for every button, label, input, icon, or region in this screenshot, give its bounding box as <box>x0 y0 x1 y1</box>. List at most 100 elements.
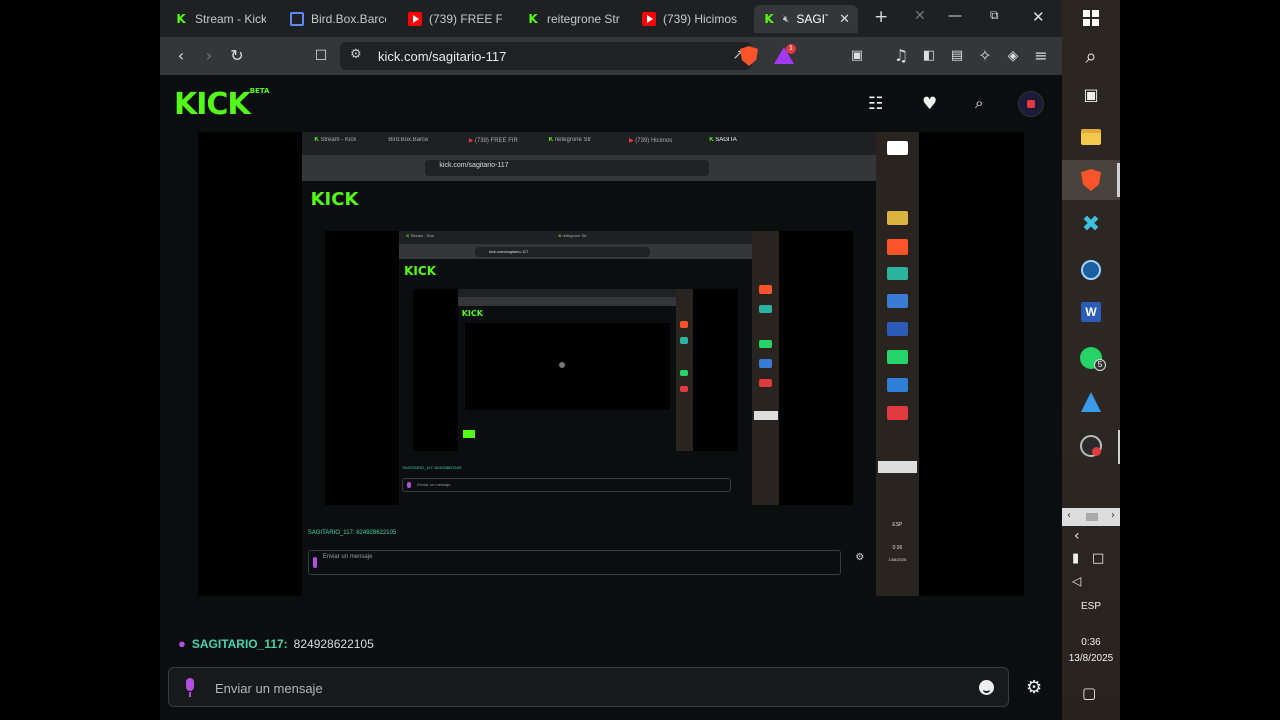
nested-explorer-icon <box>886 210 909 225</box>
chat-username[interactable]: SAGITARIO_117: <box>192 637 288 651</box>
butterfly-icon: ✖ <box>1081 211 1101 237</box>
nested-app-icon <box>680 385 689 393</box>
kick-logo[interactable]: KICKBETA <box>174 87 269 122</box>
language-indicator[interactable]: ESP <box>1062 601 1120 612</box>
site-settings-icon[interactable]: ⚙ <box>350 47 362 62</box>
bookmark-icon[interactable]: ☐ <box>310 45 332 67</box>
nested-tab-label: (739) FREE FIR <box>474 137 518 144</box>
nested-capture-3: KICK <box>458 288 693 451</box>
nested-input: Enviar un mensaje <box>402 477 732 493</box>
chat-settings-gear-icon[interactable]: ⚙ <box>1026 677 1042 698</box>
windows-icon <box>1083 10 1099 26</box>
menu-icon[interactable]: ≡ <box>1030 45 1052 67</box>
chevron-right-icon[interactable]: › <box>1111 510 1115 521</box>
tab-hicimos[interactable]: (739) Hicimos <box>634 5 746 33</box>
nested-tab-label: SAGITA <box>715 136 737 143</box>
nested-tab: ▶ (739) FREE FIR <box>468 137 518 144</box>
sidebar-icon[interactable]: ◧ <box>918 45 940 67</box>
brave-taskbar-button[interactable] <box>1075 164 1107 196</box>
chat-input[interactable] <box>215 678 915 698</box>
tab-label: SAGITA <box>796 12 828 26</box>
nested-tab-bar: K Stream - Kick K reitegrone Str <box>398 230 779 245</box>
back-button[interactable]: ‹ <box>170 45 192 67</box>
app-taskbar-button[interactable] <box>1075 430 1107 462</box>
tab-free-fire[interactable]: (739) FREE FIR <box>400 5 510 33</box>
nested-page: KICK K Stream - Kick K reitegrone Str ki… <box>302 180 876 596</box>
windows-taskbar: ⌕ ▣ ✖ W 5 ‹ › ‹ ▮ □ ◁ ESP 0:36 13/8/2025… <box>1062 0 1120 720</box>
reload-button[interactable]: ↻ <box>226 45 248 67</box>
app-taskbar-button[interactable]: ✖ <box>1075 208 1107 240</box>
tab-label: (739) FREE FIR <box>429 12 502 26</box>
nested-url: kick.com/sagitario-117 <box>474 246 650 257</box>
nested-capture-2: K Stream - Kick K reitegrone Str kick.co… <box>398 230 779 505</box>
tab-stream-kick[interactable]: K Stream - Kick <box>166 5 274 33</box>
emoji-icon[interactable] <box>979 680 994 695</box>
close-tab-icon[interactable]: ✕ <box>839 11 850 27</box>
nested-tab: K SAGITA <box>709 136 737 143</box>
nested-chat-line: SAGITARIO_117: 824928622105 <box>307 529 397 536</box>
nested-app-icon <box>886 377 909 392</box>
video-player[interactable]: K Stream - Kick Bird.Box.Barce ▶ (739) F… <box>198 132 1024 596</box>
brave-icon <box>1081 169 1101 191</box>
restore-button[interactable]: ⧉ <box>990 8 999 23</box>
tray-scroll-thumb[interactable] <box>1086 513 1098 521</box>
tab-label: (739) Hicimos <box>663 12 738 26</box>
tab-bird-box[interactable]: Bird.Box.Barce <box>282 5 394 33</box>
nested-input: Enviar un mensaje <box>307 550 842 576</box>
network-icon[interactable]: □ <box>1092 551 1104 566</box>
heart-icon[interactable]: ♥ <box>922 94 937 114</box>
mic-tray-icon[interactable]: ▮ <box>1072 551 1079 566</box>
nested-app-icon <box>680 337 689 344</box>
search-icon[interactable]: ⌕ <box>975 94 983 112</box>
app-taskbar-button[interactable] <box>1075 386 1107 418</box>
nested-tab: Bird.Box.Barce <box>388 137 428 153</box>
nested-toolbar <box>458 296 693 306</box>
chat-input-box[interactable] <box>168 667 1009 707</box>
tray-scroll[interactable]: ‹ › <box>1062 508 1120 526</box>
browser-toolbar: ‹ › ↻ ☐ ⚙ kick.com/sagitario-117 ↗ 1 ▣ ♫… <box>160 37 1062 75</box>
nested-tab-label: Bird.Box.Barce <box>388 136 429 143</box>
tab-sagitario-active[interactable]: K 🔇︎ SAGITA ✕ <box>754 5 858 33</box>
nested-tab: ▶ (739) Hicimos <box>629 137 673 144</box>
leo-icon[interactable]: ▣ <box>846 45 868 67</box>
notification-badge: 5 <box>1094 359 1106 371</box>
nested-tab-label: reitegrone Str <box>562 233 587 239</box>
wallet-icon[interactable]: ▤ <box>946 45 968 67</box>
url-text[interactable]: kick.com/sagitario-117 <box>378 49 506 64</box>
start-button[interactable] <box>1075 2 1107 34</box>
close-icon[interactable]: ✕ <box>914 8 926 24</box>
new-tab-button[interactable]: + <box>874 7 888 27</box>
search-taskbar-button[interactable]: ⌕ <box>1075 40 1107 72</box>
volume-icon[interactable]: ◁ <box>1072 574 1081 588</box>
chat-text: 824928622105 <box>293 636 374 651</box>
file-explorer-button[interactable] <box>1075 121 1107 153</box>
minimize-button[interactable]: — <box>948 8 962 24</box>
word-taskbar-button[interactable]: W <box>1075 296 1107 328</box>
tab-reitegrone[interactable]: K reitegrone Str <box>518 5 630 33</box>
clock-date[interactable]: 13/8/2025 <box>1062 653 1120 664</box>
steam-taskbar-button[interactable] <box>1075 254 1107 286</box>
task-view-button[interactable]: ▣ <box>1075 78 1107 110</box>
mic-badge-icon: ● <box>178 636 186 651</box>
nested-avatar <box>462 430 475 439</box>
notification-center-icon[interactable]: ▢ <box>1082 684 1096 702</box>
media-icon[interactable]: ♫ <box>890 45 912 67</box>
chevron-left-icon[interactable]: ‹ <box>1067 510 1071 521</box>
clock-time[interactable]: 0:36 <box>1062 637 1120 648</box>
gift-icon[interactable]: ☷ <box>868 94 883 114</box>
nested-player: KICK <box>412 288 739 451</box>
nested-tray-arrows <box>753 411 778 420</box>
loading-spinner-icon <box>559 362 566 369</box>
avatar[interactable] <box>1018 91 1044 117</box>
close-window-button[interactable]: ✕ <box>1032 8 1045 26</box>
nested-steam-icon <box>886 294 909 309</box>
search-icon: ⌕ <box>1085 44 1097 68</box>
forward-button[interactable]: › <box>198 45 220 67</box>
ai-icon[interactable]: ✧ <box>974 45 996 67</box>
folder-icon <box>1081 129 1101 145</box>
vpn-icon[interactable]: ◈ <box>1002 45 1024 67</box>
whatsapp-taskbar-button[interactable]: 5 <box>1075 342 1107 374</box>
discord-icon <box>290 12 304 26</box>
chevron-up-icon[interactable]: ‹ <box>1074 528 1080 544</box>
address-bar[interactable]: ⚙ kick.com/sagitario-117 ↗ <box>340 42 752 70</box>
